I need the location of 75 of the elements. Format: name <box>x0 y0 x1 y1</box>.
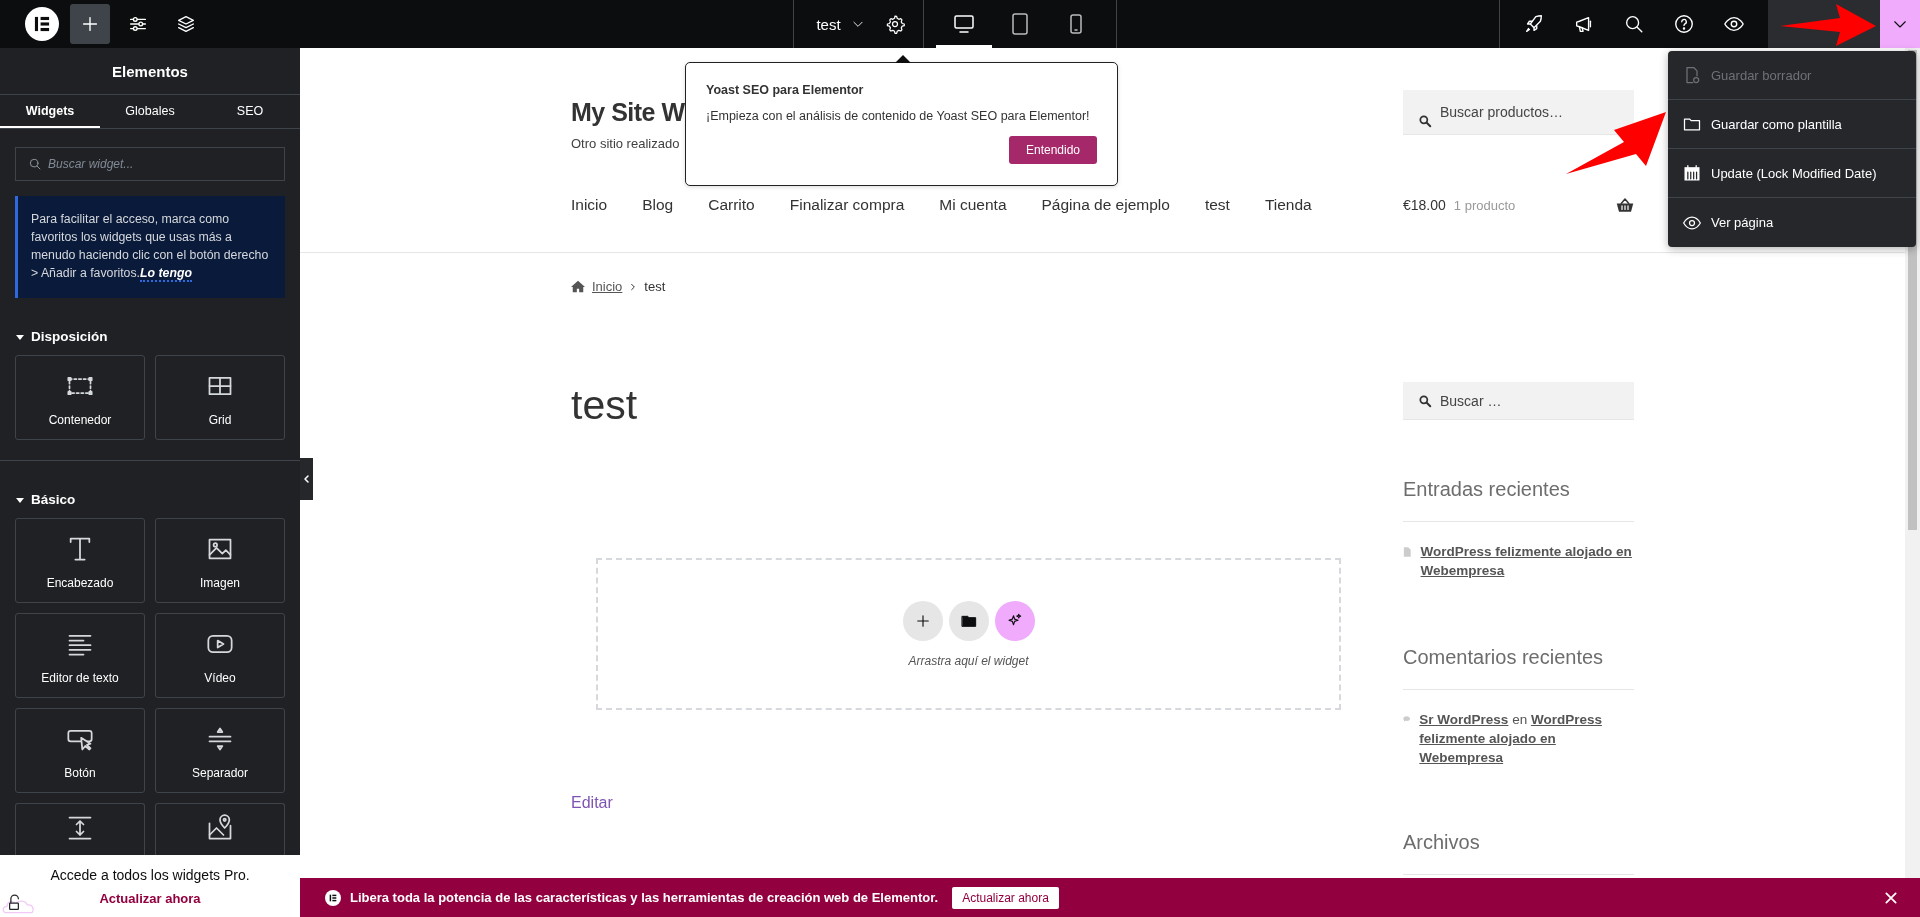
widget-tile[interactable]: Contenedor <box>15 355 145 440</box>
gear-icon <box>884 14 905 34</box>
comment-entry: Sr WordPress en WordPress felizmente alojado en Webempresa <box>1419 711 1603 767</box>
popover-text: ¡Empieza con el análisis de contenido de Yoast SEO para Elementor! <box>706 109 1091 123</box>
search-icon <box>1623 13 1645 35</box>
widget-tile[interactable]: Editor de texto <box>15 613 145 698</box>
widget-tile[interactable]: Grid <box>155 355 285 440</box>
widget-tile[interactable]: Separador <box>155 708 285 793</box>
dismiss-link[interactable]: Lo tengo <box>140 266 192 282</box>
drop-hint: Arrastra aquí el widget <box>908 653 1029 668</box>
search-icon <box>1418 113 1432 128</box>
edit-link[interactable]: Editar <box>571 794 613 812</box>
calendar-icon <box>1682 163 1702 183</box>
menu-item[interactable]: Ver página <box>1668 198 1916 247</box>
separator-icon <box>206 725 234 753</box>
logo-button[interactable] <box>22 4 62 44</box>
layers-icon <box>175 13 197 35</box>
map-pin-icon <box>206 814 234 842</box>
menu-item[interactable]: Guardar como plantilla <box>1668 100 1916 149</box>
nav-link[interactable]: Página de ejemplo <box>1041 196 1170 214</box>
panel-tab[interactable]: Widgets <box>0 95 100 128</box>
upgrade-text: Accede a todos los widgets Pro. <box>50 866 250 883</box>
panel-title: Elementos <box>0 48 300 95</box>
nav-link[interactable]: Blog <box>642 196 674 214</box>
breadcrumb-current: test <box>644 279 666 294</box>
site-title[interactable]: My Site W <box>571 90 685 127</box>
category-header[interactable]: Disposición <box>15 329 108 344</box>
product-search-field[interactable]: Buscar productos… <box>1403 90 1634 135</box>
elementor-logo-icon <box>325 889 341 906</box>
page-heading: test <box>571 382 639 429</box>
banner-text: Libera toda la potencia de las características y las herramientas de creación web de Elementor. <box>350 890 939 905</box>
widget-tile[interactable]: Encabezado <box>15 518 145 603</box>
breadcrumb-link[interactable]: Inicio <box>592 279 623 294</box>
elementor-logo-icon <box>25 7 59 41</box>
home-icon[interactable] <box>571 280 585 293</box>
notice-text: Para facilitar el acceso, marca como favoritos los widgets que usas más a menudo haciendo clic con el botón derecho > Añadir a favoritos.Lo tengo <box>31 211 270 282</box>
spacer-icon <box>66 814 94 842</box>
basket-icon[interactable] <box>1616 197 1634 213</box>
nav-link[interactable]: Carrito <box>708 196 755 214</box>
nav-link[interactable]: Finalizar compra <box>789 196 905 214</box>
site-tagline: Otro sitio realizado <box>571 136 681 151</box>
chevron-right-icon <box>629 282 638 291</box>
panel-tab[interactable]: Globales <box>100 95 200 128</box>
page-title-dropdown[interactable]: test <box>812 15 869 33</box>
nav-link[interactable]: Mi cuenta <box>939 196 1007 214</box>
menu-item[interactable]: Update (Lock Modified Date) <box>1668 149 1916 198</box>
close-icon[interactable] <box>1884 890 1898 905</box>
cart-count: 1 producto <box>1453 197 1517 213</box>
desktop-icon <box>951 12 976 36</box>
category-header[interactable]: Básico <box>15 492 76 507</box>
widget-tile[interactable]: Botón <box>15 708 145 793</box>
upgrade-link[interactable]: Actualizar ahora <box>99 890 201 906</box>
search-icon <box>28 157 42 171</box>
widget-heading: Comentarios recientes <box>1403 646 1605 669</box>
collapse-handle-icon[interactable] <box>300 458 313 500</box>
add-button[interactable] <box>70 4 110 44</box>
nav-link[interactable]: Inicio <box>571 196 608 214</box>
widget-heading: Archivos <box>1403 831 1481 854</box>
nav-link[interactable]: test <box>1204 196 1230 214</box>
popover-title: Yoast SEO para Elementor <box>706 83 865 97</box>
widget-heading: Entradas recientes <box>1403 478 1571 501</box>
widget-tile[interactable]: Imagen <box>155 518 285 603</box>
search-icon <box>1418 394 1432 408</box>
got-it-button[interactable]: Entendido <box>1008 136 1097 164</box>
rocket-icon <box>1523 13 1545 35</box>
ai-button[interactable] <box>994 600 1035 641</box>
document-icon <box>1403 545 1412 559</box>
panel-tab[interactable]: SEO <box>200 95 300 128</box>
search-field[interactable]: Buscar widget... <box>15 147 285 181</box>
help-icon <box>1673 13 1695 35</box>
nav-link[interactable]: Tienda <box>1264 196 1312 214</box>
widget-tile[interactable]: Vídeo <box>155 613 285 698</box>
upgrade-button[interactable]: Actualizar ahora <box>952 886 1059 909</box>
cart-total[interactable]: €18.00 <box>1403 197 1446 213</box>
post-link[interactable]: WordPress felizmente alojado en Webempresa <box>1420 542 1634 580</box>
